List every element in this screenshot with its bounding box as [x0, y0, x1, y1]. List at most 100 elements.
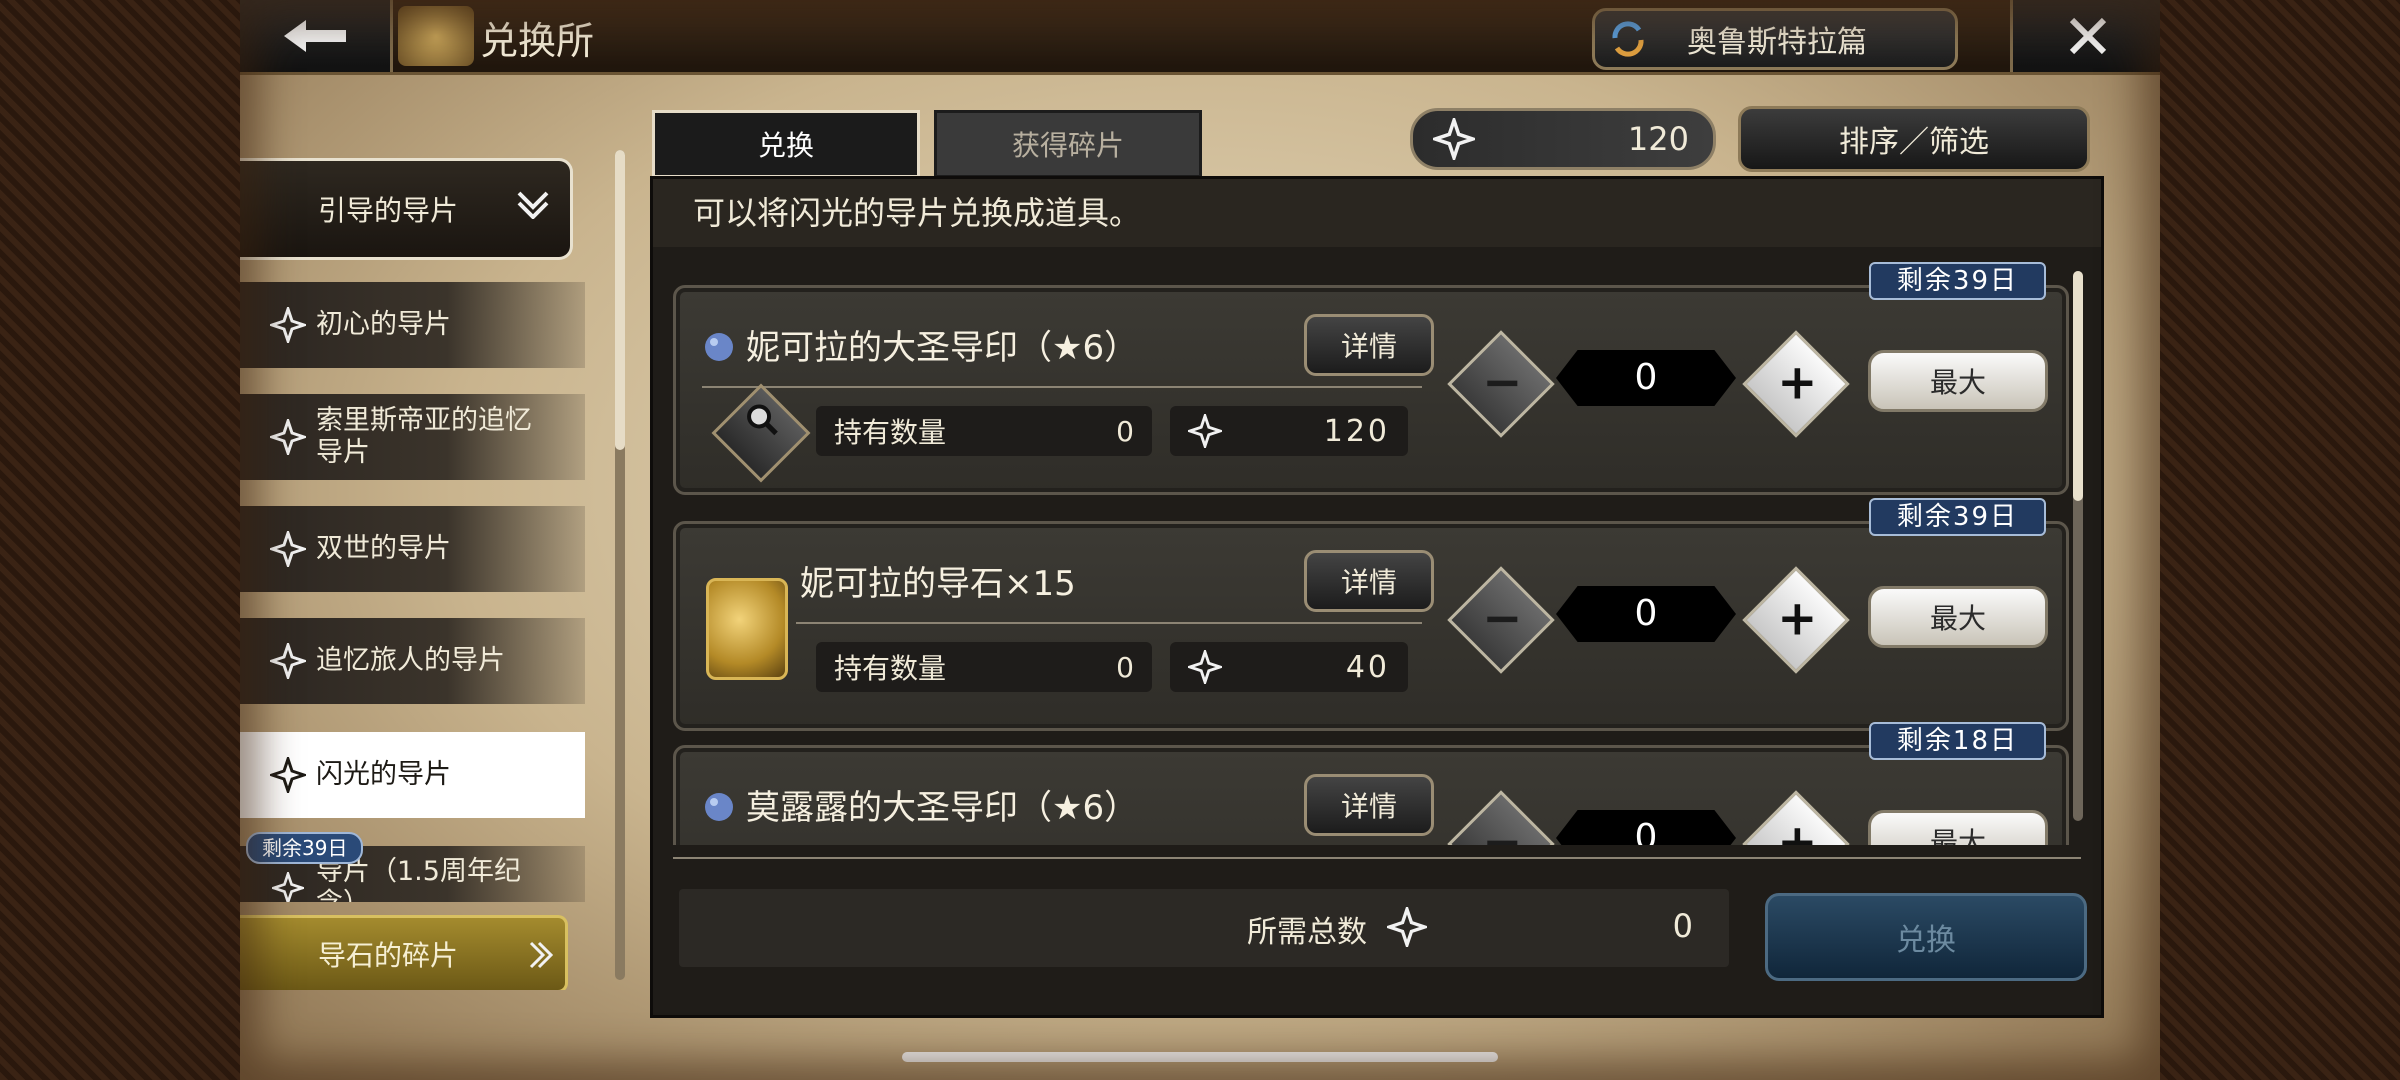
plus-icon: + [1777, 590, 1818, 647]
chevron-right-icon [529, 941, 553, 969]
menu-scrollbar-thumb[interactable] [615, 150, 625, 450]
crystal-icon [705, 793, 733, 821]
menu-item-label: 索里斯帝亚的追忆导片 [316, 405, 532, 468]
detail-button[interactable]: 详情 [1304, 550, 1434, 612]
exchange-panel: 可以将闪光的导片兑换成道具。 剩余39日 妮可拉的大圣导印（★6） 详情 持有数… [650, 176, 2104, 1018]
owned-label: 持有数量 [834, 652, 947, 685]
decrease-button[interactable]: − [1447, 330, 1555, 438]
header: 兑换所 奥鲁斯特拉篇 [240, 0, 2160, 75]
star-sparkle-icon [1188, 414, 1222, 448]
decrease-button[interactable]: − [1447, 790, 1555, 845]
max-button[interactable]: 最大 [1868, 810, 2048, 845]
preview-button[interactable] [711, 383, 811, 483]
minus-icon: − [1482, 814, 1523, 845]
remaining-days-badge: 剩余39日 [1868, 262, 2046, 300]
menu-item-label: 追忆旅人的导片 [316, 645, 505, 676]
menu-scrollbar[interactable] [615, 150, 625, 980]
currency-value: 120 [1627, 120, 1689, 158]
divider [796, 622, 1422, 624]
item-name: 妮可拉的导石×15 [800, 564, 1076, 604]
remaining-days-badge: 剩余39日 [1868, 498, 2046, 536]
exchange-button[interactable]: 兑换 [1765, 893, 2087, 981]
divider [702, 386, 1422, 388]
item-price: 40 [1170, 642, 1408, 692]
star-sparkle-icon [1433, 118, 1475, 160]
price-value: 120 [1323, 413, 1390, 449]
magnifier-icon [730, 401, 794, 462]
list-scrollbar-thumb[interactable] [2073, 271, 2083, 501]
owned-count: 持有数量 0 [816, 642, 1152, 692]
star-sparkle-icon [268, 417, 308, 457]
max-button[interactable]: 最大 [1868, 350, 2048, 412]
minus-icon: − [1482, 354, 1523, 411]
max-button[interactable]: 最大 [1868, 586, 2048, 648]
item-name: 妮可拉的大圣导印（★6） [746, 328, 1139, 368]
menu-item-memory-traveler[interactable]: 追忆旅人的导片 [240, 618, 585, 704]
item-name: 莫露露的大圣导印（★6） [746, 788, 1139, 828]
detail-button[interactable]: 详情 [1304, 774, 1434, 836]
increase-button[interactable]: + [1742, 790, 1850, 845]
category-dropdown[interactable]: 引导的导片 [240, 158, 573, 260]
quantity-value: 0 [1556, 586, 1736, 642]
close-icon [2069, 17, 2107, 55]
category-label: 引导的导片 [318, 194, 459, 227]
remaining-days-badge: 剩余18日 [1868, 722, 2046, 760]
arc-switch-button[interactable]: 奥鲁斯特拉篇 [1592, 8, 1958, 70]
total-value: 0 [1672, 907, 1693, 945]
back-arrow-icon [284, 20, 346, 52]
menu-item-twin-worlds[interactable]: 双世的导片 [240, 506, 585, 592]
item-price: 120 [1170, 406, 1408, 456]
divider [673, 857, 2081, 859]
category-label: 导石的碎片 [318, 939, 459, 972]
home-indicator[interactable] [902, 1052, 1498, 1062]
owned-value: 0 [1116, 414, 1134, 448]
plus-icon: + [1777, 814, 1818, 845]
list-item: 剩余39日 妮可拉的大圣导印（★6） 详情 持有数量 0 120 − 0 + 最大 [673, 262, 2069, 495]
list-scrollbar[interactable] [2073, 271, 2083, 821]
minus-icon: − [1482, 590, 1523, 647]
tab-exchange[interactable]: 兑换 [652, 110, 920, 178]
page-title: 兑换所 [480, 19, 595, 63]
star-sparkle-icon [1188, 650, 1222, 684]
category-shard-button[interactable]: 导石的碎片 [240, 915, 568, 990]
menu-item-label: 闪光的导片 [316, 759, 451, 790]
category-menu: 引导的导片 初心的导片 索里斯帝亚的追忆导片 双世的导片 追忆旅人的导片 闪光的… [240, 150, 590, 990]
star-sparkle-icon [268, 641, 308, 681]
list-item: 剩余18日 莫露露的大圣导印（★6） 详情 − 0 + 最大 [673, 722, 2069, 845]
star-sparkle-icon [268, 755, 308, 795]
decrease-button[interactable]: − [1447, 566, 1555, 674]
back-button[interactable] [240, 0, 393, 72]
detail-button[interactable]: 详情 [1304, 314, 1434, 376]
owned-count: 持有数量 0 [816, 406, 1152, 456]
panel-description: 可以将闪光的导片兑换成道具。 [653, 179, 2101, 247]
menu-item-flash[interactable]: 闪光的导片 [240, 732, 585, 818]
menu-item-beginner[interactable]: 初心的导片 [240, 282, 585, 368]
close-button[interactable] [2010, 0, 2160, 72]
quantity-value: 0 [1556, 810, 1736, 845]
menu-item-solistia[interactable]: 索里斯帝亚的追忆导片 [240, 394, 585, 480]
star-sparkle-icon [268, 529, 308, 569]
currency-display: 120 [1410, 108, 1716, 170]
star-sparkle-icon [1387, 907, 1427, 947]
owned-value: 0 [1116, 650, 1134, 684]
plus-icon: + [1777, 354, 1818, 411]
left-background [0, 0, 240, 1080]
sort-filter-button[interactable]: 排序／筛选 [1738, 106, 2090, 172]
tab-get-shards[interactable]: 获得碎片 [934, 110, 1202, 178]
item-list: 剩余39日 妮可拉的大圣导印（★6） 详情 持有数量 0 120 − 0 + 最大… [653, 251, 2101, 845]
owned-label: 持有数量 [834, 416, 947, 449]
guide-stone-icon [706, 578, 788, 680]
price-value: 40 [1345, 649, 1390, 685]
game-frame: 兑换所 奥鲁斯特拉篇 引导的导片 初心的导片 索里斯帝亚的追忆导片 双世的导片 [240, 0, 2160, 1080]
menu-item-label: 双世的导片 [316, 533, 451, 564]
switch-icon [1612, 21, 1644, 57]
exchange-emblem-icon [398, 6, 474, 66]
total-label: 所需总数 [1247, 915, 1367, 950]
chevron-down-icon [517, 191, 549, 219]
increase-button[interactable]: + [1742, 566, 1850, 674]
arc-label: 奥鲁斯特拉篇 [1687, 25, 1867, 60]
right-background [2160, 0, 2400, 1080]
increase-button[interactable]: + [1742, 330, 1850, 438]
star-sparkle-icon [268, 305, 308, 345]
crystal-icon [705, 333, 733, 361]
